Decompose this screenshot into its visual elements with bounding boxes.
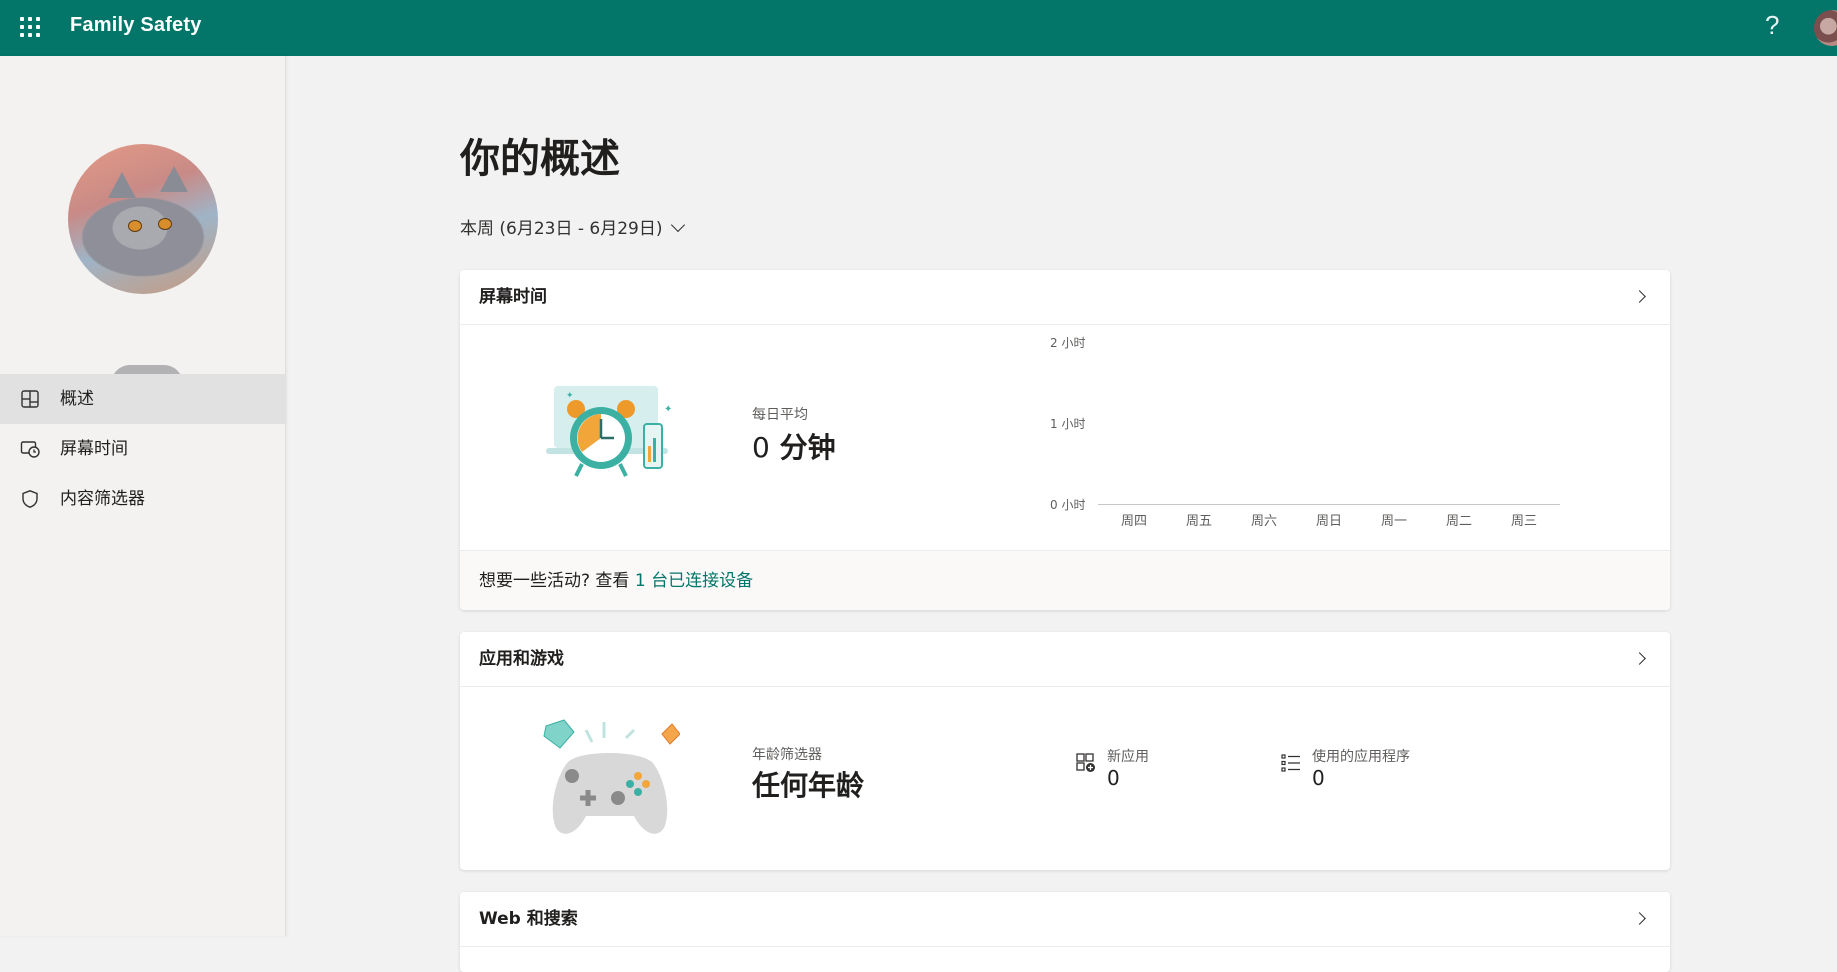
daily-average-unit: 分钟 bbox=[779, 431, 836, 464]
used-apps-caption: 使用的应用程序 bbox=[1312, 749, 1410, 765]
connected-devices-link[interactable]: 1 台已连接设备 bbox=[635, 571, 753, 591]
x-tick-label: 周六 bbox=[1250, 514, 1277, 529]
screen-time-card: 屏幕时间 ✦ ✦ 每日平均 0 分钟 2 小时 1 小时 0 小时 周四 周五 … bbox=[460, 270, 1670, 610]
x-axis-line bbox=[1098, 504, 1560, 505]
top-bar: Family Safety ? bbox=[0, 0, 1837, 56]
overview-icon bbox=[20, 389, 40, 409]
used-apps-value: 0 bbox=[1312, 766, 1325, 790]
chevron-right-icon bbox=[1633, 912, 1646, 925]
shield-icon bbox=[20, 489, 40, 509]
sidebar-item-label: 内容筛选器 bbox=[60, 489, 145, 509]
sidebar-item-label: 屏幕时间 bbox=[60, 439, 128, 459]
x-tick-label: 周四 bbox=[1120, 514, 1147, 529]
svg-text:✦: ✦ bbox=[664, 404, 672, 415]
card-title: Web 和搜索 bbox=[479, 909, 578, 929]
game-controller-illustration-icon bbox=[540, 718, 681, 843]
sidebar-item-label: 概述 bbox=[60, 389, 94, 409]
screen-time-chart: 2 小时 1 小时 0 小时 周四 周五 周六 周日 周一 周二 周三 bbox=[1050, 332, 1570, 532]
apps-games-card-header[interactable]: 应用和游戏 bbox=[460, 632, 1670, 687]
x-tick-label: 周一 bbox=[1380, 514, 1407, 529]
daily-average-caption: 每日平均 bbox=[752, 407, 808, 423]
chevron-down-icon bbox=[670, 217, 685, 233]
app-launcher-icon[interactable] bbox=[18, 15, 42, 39]
list-icon bbox=[1280, 752, 1302, 774]
help-icon[interactable]: ? bbox=[1765, 10, 1779, 41]
x-tick-label: 周二 bbox=[1445, 514, 1472, 529]
profile-photo bbox=[68, 144, 218, 294]
x-tick-label: 周日 bbox=[1315, 514, 1342, 529]
new-app-icon bbox=[1075, 752, 1097, 774]
chevron-right-icon bbox=[1633, 652, 1646, 665]
card-title: 应用和游戏 bbox=[479, 649, 564, 669]
sidebar-item-screen-time[interactable]: 屏幕时间 bbox=[0, 424, 285, 474]
apps-games-card: 应用和游戏 年龄筛选器 任何年龄 新应用 0 使用的应用程序 0 bbox=[460, 632, 1670, 870]
y-tick-label: 2 小时 bbox=[1050, 336, 1086, 350]
screen-time-footer: 想要一些活动? 查看 1 台已连接设备 bbox=[460, 550, 1670, 610]
age-filter-value: 任何年龄 bbox=[752, 769, 865, 802]
svg-text:✦: ✦ bbox=[566, 391, 574, 401]
chevron-right-icon bbox=[1633, 290, 1646, 303]
daily-average-number: 0 bbox=[752, 431, 770, 464]
sidebar-nav: 概述 屏幕时间 内容筛选器 bbox=[0, 374, 285, 524]
card-title: 屏幕时间 bbox=[479, 287, 547, 307]
week-selector[interactable]: 本周 (6月23日 - 6月29日) bbox=[460, 214, 685, 239]
x-tick-label: 周五 bbox=[1185, 514, 1212, 529]
sidebar: 概述 屏幕时间 内容筛选器 bbox=[0, 56, 286, 936]
app-title[interactable]: Family Safety bbox=[70, 14, 202, 37]
age-filter-caption: 年龄筛选器 bbox=[752, 747, 822, 763]
footer-text: 想要一些活动? 查看 bbox=[479, 571, 635, 591]
week-label: 本周 (6月23日 - 6月29日) bbox=[460, 219, 663, 239]
sidebar-item-overview[interactable]: 概述 bbox=[0, 374, 285, 424]
sidebar-item-content-filters[interactable]: 内容筛选器 bbox=[0, 474, 285, 524]
y-tick-label: 1 小时 bbox=[1050, 417, 1086, 431]
daily-average-value: 0 分钟 bbox=[752, 426, 836, 466]
screen-time-icon bbox=[20, 439, 40, 459]
screen-time-card-header[interactable]: 屏幕时间 bbox=[460, 270, 1670, 325]
alarm-clock-illustration-icon: ✦ ✦ bbox=[540, 386, 680, 486]
web-search-card-header[interactable]: Web 和搜索 bbox=[460, 892, 1670, 947]
y-tick-label: 0 小时 bbox=[1050, 498, 1086, 512]
page-title: 你的概述 bbox=[460, 136, 620, 182]
web-search-card: Web 和搜索 bbox=[460, 892, 1670, 972]
new-apps-caption: 新应用 bbox=[1107, 749, 1149, 765]
new-apps-value: 0 bbox=[1107, 766, 1120, 790]
x-tick-label: 周三 bbox=[1510, 514, 1537, 529]
account-avatar[interactable] bbox=[1814, 10, 1837, 46]
